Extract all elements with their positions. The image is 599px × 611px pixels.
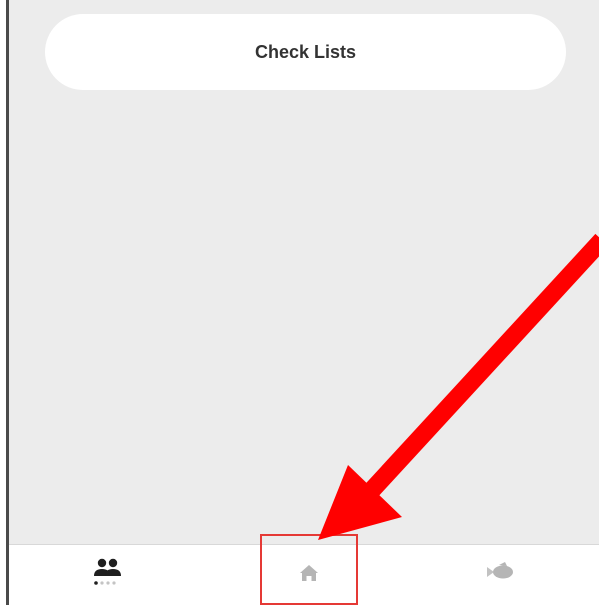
nav-tab-fish[interactable] <box>469 545 549 606</box>
home-icon <box>300 565 318 581</box>
app-screen: Check Lists <box>0 0 599 606</box>
people-icon <box>94 558 121 585</box>
check-lists-button[interactable]: Check Lists <box>45 14 566 90</box>
fish-icon <box>487 562 513 579</box>
nav-tab-people[interactable] <box>69 545 149 606</box>
check-lists-label: Check Lists <box>254 41 357 62</box>
bottom-navigation <box>9 544 599 606</box>
nav-tab-home[interactable] <box>259 545 359 606</box>
